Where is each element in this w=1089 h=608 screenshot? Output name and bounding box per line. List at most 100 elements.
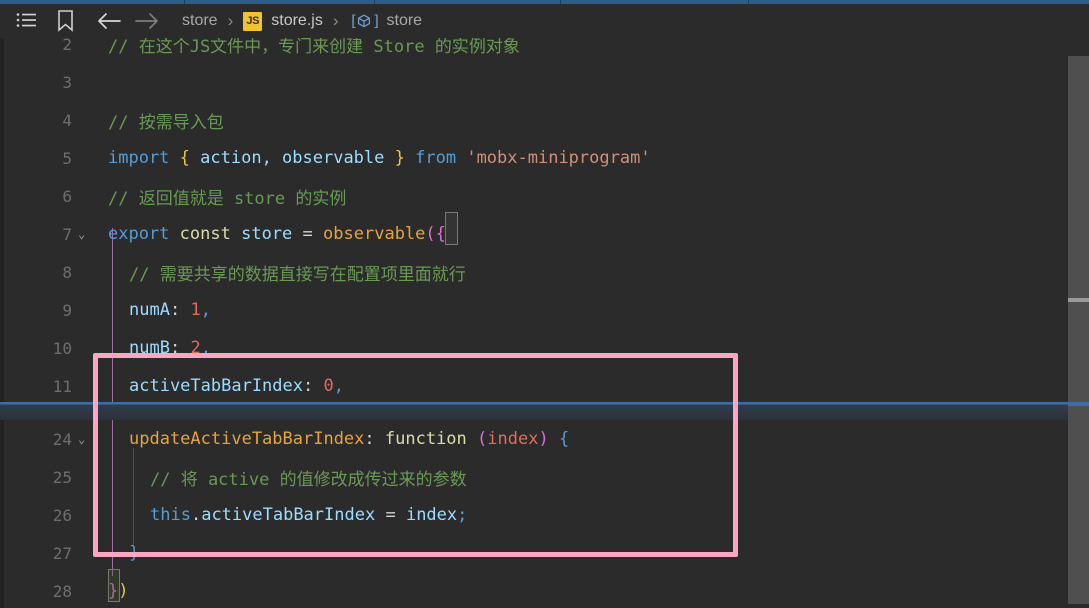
scrollbar-thumb[interactable] <box>1068 56 1089 604</box>
js-file-icon: JS <box>243 11 263 31</box>
token-paren-close: ) <box>538 429 549 449</box>
token-equals: = <box>385 505 396 525</box>
bookmark-icon[interactable] <box>46 4 84 38</box>
fold-chevron-icon[interactable]: ⌄ <box>78 228 94 240</box>
token-equals: = <box>302 224 313 244</box>
token-param-index: index <box>487 429 539 449</box>
line-number: 8 <box>62 262 72 282</box>
line-text: // 需要共享的数据直接写在配置项里面就行 <box>129 264 466 285</box>
bracket-match-box-line28 <box>108 569 120 602</box>
line-text: numB: 2, <box>129 338 211 358</box>
code-line[interactable]: 2 // 在这个JS文件中，专门来创建 Store 的实例对象 <box>0 38 1089 63</box>
code-line[interactable]: 26 this.activeTabBarIndex = index; <box>0 496 1089 534</box>
token-semicolon: ; <box>457 505 468 525</box>
token-from: from <box>415 148 457 168</box>
line-text: updateActiveTabBarIndex: function (index… <box>129 429 569 449</box>
breadcrumb-separator-1: › <box>227 11 234 30</box>
code-line[interactable]: 28 }) <box>0 572 1089 608</box>
token-value-numB: 2 <box>190 338 201 358</box>
token-colon: : <box>303 376 324 396</box>
line-text: } <box>129 543 140 563</box>
token-brace-close: } <box>394 148 405 168</box>
line-number: 10 <box>52 338 72 358</box>
breadcrumb-item-folder[interactable]: store <box>180 12 220 30</box>
token-comma: , <box>333 376 344 396</box>
outline-list-icon[interactable] <box>8 4 46 38</box>
line-text: this.activeTabBarIndex = index; <box>150 505 467 525</box>
code-line[interactable]: 24 ⌄ updateActiveTabBarIndex: function (… <box>0 420 1089 458</box>
line-text: // 按需导入包 <box>108 112 224 133</box>
code-line[interactable]: 3 <box>0 63 1089 101</box>
line-number: 27 <box>52 543 72 563</box>
breadcrumb-file-label: store.js <box>271 12 323 29</box>
token-paren-open: ( <box>477 429 488 449</box>
breadcrumb-symbol-label: store <box>386 12 423 29</box>
line-number: 26 <box>52 505 72 525</box>
breadcrumb-separator-2: › <box>332 11 339 30</box>
scrollbar-mark-folded <box>1068 402 1089 406</box>
svg-text:]: ] <box>372 12 379 30</box>
back-arrow-icon[interactable] <box>90 4 128 38</box>
token-named-imports: action, observable <box>189 148 395 168</box>
token-colon: : <box>169 300 191 320</box>
code-editor[interactable]: 2 // 在这个JS文件中，专门来创建 Store 的实例对象 3 4 // 按… <box>0 38 1089 608</box>
code-line[interactable]: 9 numA: 1, <box>0 291 1089 329</box>
line-text: export const store = observable({ <box>108 224 446 244</box>
token-index-value: index <box>405 505 458 525</box>
token-comma: , <box>200 338 211 358</box>
line-text: // 返回值就是 store 的实例 <box>108 188 347 209</box>
line-number: 2 <box>62 38 72 54</box>
line-number: 5 <box>62 148 72 168</box>
token-prop-activeTabBarIndex: activeTabBarIndex <box>201 505 376 525</box>
code-line[interactable]: 10 numB: 2, <box>0 329 1089 367</box>
token-dot: . <box>190 505 202 525</box>
fold-chevron-icon[interactable]: ⌄ <box>78 433 94 445</box>
code-line[interactable]: 8 // 需要共享的数据直接写在配置项里面就行 <box>0 253 1089 291</box>
token-this: this <box>150 505 191 525</box>
token-brace-open: { <box>179 148 190 168</box>
code-line[interactable]: 27 } <box>0 534 1089 572</box>
forward-arrow-icon[interactable] <box>128 4 166 38</box>
line-number: 25 <box>52 467 72 487</box>
token-value-activeTabBarIndex: 0 <box>323 376 334 396</box>
code-lines: 2 // 在这个JS文件中，专门来创建 Store 的实例对象 3 4 // 按… <box>0 38 1089 608</box>
bracket-match-box-line7 <box>445 212 458 245</box>
breadcrumb-item-symbol[interactable]: [ ] store <box>347 11 425 31</box>
line-number: 11 <box>52 376 72 396</box>
line-number: 7 <box>62 224 72 244</box>
code-line[interactable]: 5 import { action, observable } from 'mo… <box>0 139 1089 177</box>
breadcrumb-bar: store › JS store.js › [ ] sto <box>0 4 1089 38</box>
code-line[interactable]: 25 // 将 active 的值修改成传过来的参数 <box>0 458 1089 496</box>
line-number: 3 <box>62 72 72 92</box>
breadcrumb: store › JS store.js › [ ] sto <box>180 11 424 31</box>
token-module-path: 'mobx-miniprogram' <box>466 148 651 168</box>
breadcrumb-item-file[interactable]: JS store.js <box>241 11 325 31</box>
breadcrumb-folder-label: store <box>182 12 218 29</box>
vscode-window: store › JS store.js › [ ] sto <box>0 0 1089 608</box>
token-colon: : <box>364 429 385 449</box>
line-number: 28 <box>52 581 72 601</box>
line-text: // 在这个JS文件中，专门来创建 Store 的实例对象 <box>108 38 520 57</box>
line-number: 4 <box>62 110 72 130</box>
token-paren-open: ( <box>425 224 436 244</box>
scrollbar-mark-match <box>1068 298 1089 302</box>
token-key-numA: numA <box>129 300 170 320</box>
line-text: activeTabBarIndex: 0, <box>129 376 344 396</box>
line-text: import { action, observable } from 'mobx… <box>108 148 651 168</box>
token-export: export <box>108 224 170 244</box>
code-line[interactable]: 11 activeTabBarIndex: 0, <box>0 367 1089 405</box>
line-text: // 将 active 的值修改成传过来的参数 <box>150 469 467 490</box>
line-number: 6 <box>62 186 72 206</box>
code-line[interactable]: 4 // 按需导入包 <box>0 101 1089 139</box>
vertical-scrollbar[interactable] <box>1068 38 1089 608</box>
token-colon: : <box>169 338 191 358</box>
code-line[interactable]: 6 // 返回值就是 store 的实例 <box>0 177 1089 215</box>
code-line[interactable]: 7 ⌄ export const store = observable({ <box>0 215 1089 253</box>
